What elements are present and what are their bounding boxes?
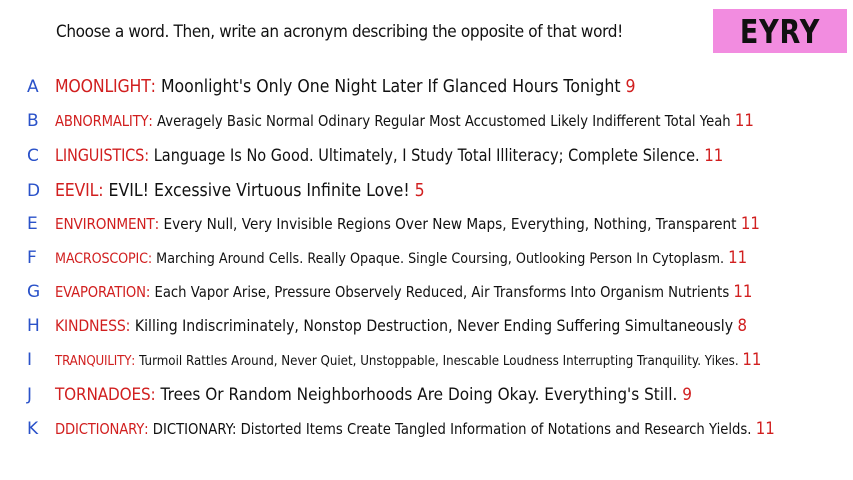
entry-word: MOONLIGHT: [55, 77, 151, 97]
entry-word: KINDNESS: [55, 316, 126, 335]
entry-definition: Every Null, Very Invisible Regions Over …: [163, 215, 737, 233]
entry-letter: D: [27, 181, 41, 201]
entry-definition: Each Vapor Arise, Pressure Observely Red…: [154, 283, 730, 301]
entry-word: ENVIRONMENT: [55, 215, 155, 233]
entry-word: EVAPORATION: [55, 283, 146, 301]
entry-word: LINGUISTICS: [55, 146, 145, 165]
entry-letter: I: [27, 350, 33, 370]
prompt-text: Choose a word. Then, write an acronym de…: [56, 22, 623, 42]
entry-definition: Trees Or Random Neighborhoods Are Doing …: [160, 385, 678, 405]
badge-text: EYRY: [739, 11, 821, 51]
entry-count: 8: [737, 316, 748, 336]
entry-word: MACROSCOPIC: [55, 251, 148, 267]
entry-count: 11: [755, 419, 775, 439]
entry-letter: K: [27, 419, 39, 439]
entry-definition: EVIL! Excessive Virtuous Infinite Love!: [108, 181, 410, 201]
entry-count: 11: [742, 350, 762, 370]
entry-count: 11: [728, 248, 748, 268]
entry-count: 9: [682, 385, 693, 405]
entry-count: 11: [734, 111, 754, 131]
entry-letter: H: [27, 316, 40, 336]
entry-word: TORNADOES: [55, 385, 151, 405]
entry-word: ABNORMALITY: [55, 112, 149, 130]
entry-count: 5: [414, 181, 425, 201]
entry-definition: Turmoil Rattles Around, Never Quiet, Uns…: [139, 353, 739, 369]
entry-definition: Marching Around Cells. Really Opaque. Si…: [156, 251, 725, 267]
entry-word: DDICTIONARY: [55, 420, 145, 438]
entry-letter: G: [27, 282, 41, 302]
entry-definition: Language Is No Good. Ultimately, I Study…: [153, 146, 700, 165]
entry-letter: F: [27, 248, 37, 268]
entry-definition: Moonlight's Only One Night Later If Glan…: [160, 77, 621, 97]
entry-definition: Averagely Basic Normal Odinary Regular M…: [157, 112, 731, 130]
entry-word: TRANQUILITY: [55, 353, 132, 369]
entry-count: 11: [740, 214, 760, 234]
entry-letter: B: [27, 111, 39, 131]
word-badge: EYRY: [713, 9, 847, 53]
entry-count: 9: [625, 77, 636, 97]
entry-letter: J: [27, 385, 33, 405]
entry-definition: Killing Indiscriminately, Nonstop Destru…: [134, 316, 734, 335]
entry-letter: C: [27, 146, 39, 166]
entry-count: 11: [704, 146, 724, 166]
entry-word: EEVIL: [55, 181, 99, 201]
entry-definition: DICTIONARY: Distorted Items Create Tangl…: [152, 420, 752, 438]
entry-count: 11: [733, 282, 753, 302]
entry-letter: E: [27, 214, 38, 234]
entry-letter: A: [27, 77, 39, 97]
